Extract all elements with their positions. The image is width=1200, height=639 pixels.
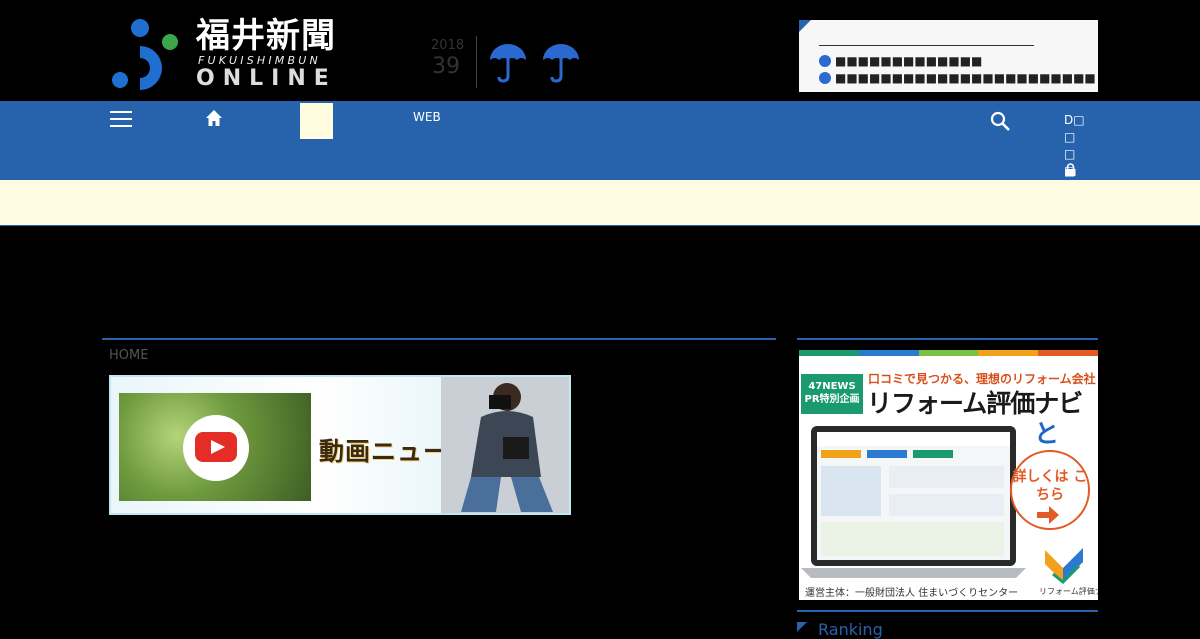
umbrella-icon xyxy=(490,44,526,83)
announcement-bar xyxy=(0,180,1200,226)
ad-footer: 運営主体：一般財団法人 住まいづくりセンター xyxy=(805,588,1019,599)
video-news-banner[interactable]: 動画ニュース xyxy=(109,375,571,515)
notice-corner xyxy=(799,20,811,32)
reform-ad-banner[interactable]: 47NEWS PR特別企画 口コミで見つかる、理想のリフォーム会社 リフォーム評… xyxy=(799,350,1098,600)
bullet-icon xyxy=(819,55,831,67)
home-icon[interactable] xyxy=(205,109,223,127)
notice-text[interactable]: ■■■■■■■■■■■■■■■■■■■■■■■ xyxy=(835,71,1096,85)
notice-item[interactable]: ■■■■■■■■■■■■■■■■■■■■■■■ xyxy=(819,71,1096,85)
logo-online: ONLINE xyxy=(196,66,337,91)
date-divider xyxy=(476,36,477,88)
notice-item[interactable]: ■■■■■■■■■■■■■ xyxy=(819,54,982,68)
nav-item-web[interactable]: WEB xyxy=(413,110,441,124)
umbrella-icon xyxy=(543,44,579,83)
sidebar-divider xyxy=(797,338,1098,340)
nav-bar xyxy=(0,101,1200,180)
arrow-right-icon xyxy=(1037,506,1059,524)
laptop-screenshot-image xyxy=(801,426,1026,578)
lock-icon xyxy=(1065,163,1076,176)
youtube-play-icon[interactable] xyxy=(195,432,237,462)
ad-badge: 47NEWS PR特別企画 xyxy=(801,374,863,414)
photographer-image xyxy=(441,377,569,513)
date-number: 39 xyxy=(432,54,460,79)
search-icon[interactable] xyxy=(990,111,1010,131)
hamburger-menu-icon[interactable] xyxy=(110,111,132,127)
ad-color-stripe xyxy=(799,350,1098,356)
reform-navi-logo-icon xyxy=(1045,548,1083,584)
breadcrumb-home[interactable]: HOME xyxy=(109,348,148,363)
sidebar-divider xyxy=(797,610,1098,612)
notice-box: ■■■■■■■■■■■■■ ■■■■■■■■■■■■■■■■■■■■■■■ xyxy=(799,20,1098,92)
logo-mark-icon[interactable] xyxy=(110,18,182,92)
date-year: 2018 xyxy=(431,38,465,53)
nav-highlight-tab[interactable] xyxy=(300,103,333,139)
ad-logo-text: リフォーム評価ナビ xyxy=(1039,587,1098,596)
logo-title[interactable]: 福井新聞 xyxy=(196,16,336,56)
bullet-icon xyxy=(819,72,831,84)
ranking-corner xyxy=(797,622,807,632)
main-divider xyxy=(102,338,776,340)
notice-divider xyxy=(819,45,1034,46)
notice-text[interactable]: ■■■■■■■■■■■■■ xyxy=(835,54,982,68)
